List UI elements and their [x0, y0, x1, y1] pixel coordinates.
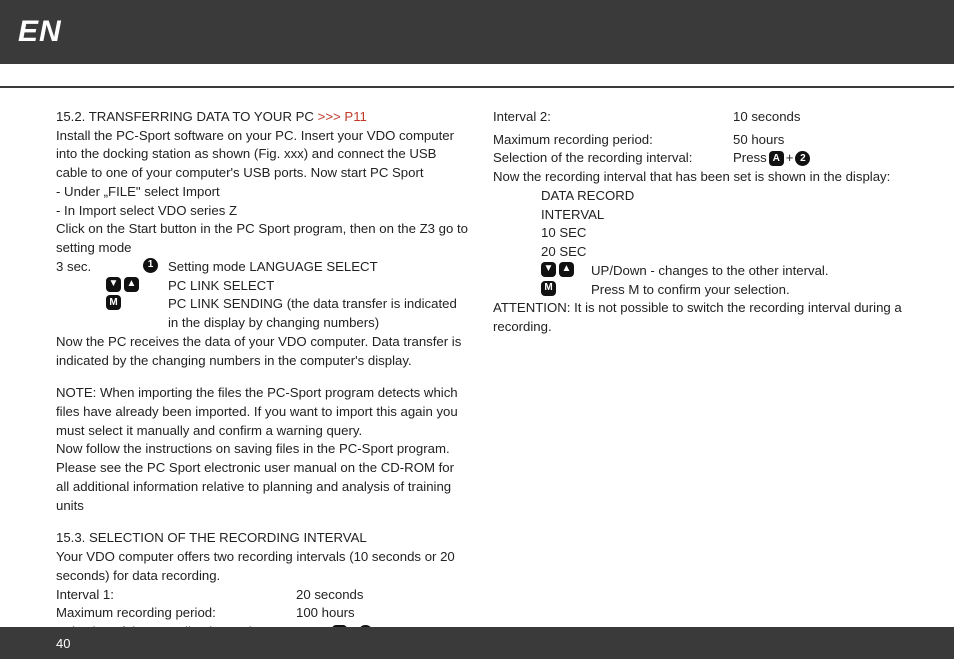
install-paragraph: Install the PC-Sport software on your PC…	[56, 127, 469, 183]
step-3sec-label: 3 sec.	[56, 258, 91, 277]
updown-desc: UP/Down - changes to the other interval.	[591, 262, 906, 281]
title-ref: >>> P11	[318, 109, 367, 124]
now-set-paragraph: Now the recording interval that has been…	[493, 168, 906, 187]
step-desc-2: PC LINK SELECT	[168, 277, 469, 296]
display-line-3: 10 SEC	[541, 224, 906, 243]
step-row-2: ▼ ▲ PC LINK SELECT	[56, 277, 469, 296]
header-bar: EN	[0, 0, 954, 64]
max1-label: Maximum recording period:	[56, 604, 296, 623]
pressm-icons: M	[541, 281, 581, 296]
step-desc-1: Setting mode LANGUAGE SELECT	[168, 258, 469, 277]
step-row-1: 3 sec. 1 Setting mode LANGUAGE SELECT	[56, 258, 469, 277]
content-area: 15.2. TRANSFERRING DATA TO YOUR PC >>> P…	[56, 108, 906, 603]
max1-row: Maximum recording period: 100 hours	[56, 604, 469, 623]
pressm-row: M Press M to confirm your selection.	[541, 281, 906, 300]
interval2-value: 10 seconds	[733, 108, 906, 127]
max2-value: 50 hours	[733, 131, 906, 150]
section-15-3-title: 15.3. SELECTION OF THE RECORDING INTERVA…	[56, 529, 469, 548]
down-icon-2: ▼	[541, 262, 556, 277]
step-desc-3: PC LINK SENDING (the data transfer is in…	[168, 295, 469, 332]
left-column: 15.2. TRANSFERRING DATA TO YOUR PC >>> P…	[56, 108, 469, 603]
display-block: DATA RECORD INTERVAL 10 SEC 20 SEC	[541, 187, 906, 262]
down-icon: ▼	[106, 277, 121, 292]
intervals-intro: Your VDO computer offers two recording i…	[56, 548, 469, 585]
updown-icons: ▼ ▲	[541, 262, 581, 277]
right-column: Interval 2: 10 seconds Maximum recording…	[493, 108, 906, 603]
page-root: EN 15.2. TRANSFERRING DATA TO YOUR PC >>…	[0, 0, 954, 659]
footer-bar: 40	[0, 627, 954, 659]
step-left-3: M	[56, 295, 158, 310]
interval1-row: Interval 1: 20 seconds	[56, 586, 469, 605]
bullet-vdo-series: - In Import select VDO series Z	[56, 202, 469, 221]
pressm-desc: Press M to confirm your selection.	[591, 281, 906, 300]
display-line-4: 20 SEC	[541, 243, 906, 262]
interval2-row: Interval 2: 10 seconds	[493, 108, 906, 127]
max2-label: Maximum recording period:	[493, 131, 733, 150]
attention-paragraph: ATTENTION: It is not possible to switch …	[493, 299, 906, 336]
language-label: EN	[18, 15, 62, 49]
up-icon-2: ▲	[559, 262, 574, 277]
pc-receives-paragraph: Now the PC receives the data of your VDO…	[56, 333, 469, 370]
header-divider	[0, 86, 954, 88]
section-15-2-title: 15.2. TRANSFERRING DATA TO YOUR PC >>> P…	[56, 108, 469, 127]
max1-value: 100 hours	[296, 604, 469, 623]
step-row-3: M PC LINK SENDING (the data transfer is …	[56, 295, 469, 332]
interval1-label: Interval 1:	[56, 586, 296, 605]
selection2-row: Selection of the recording interval: Pre…	[493, 149, 906, 168]
display-line-1: DATA RECORD	[541, 187, 906, 206]
m-icon-2: M	[541, 281, 556, 296]
bullet-file-import: - Under „FILE" select Import	[56, 183, 469, 202]
up-icon: ▲	[124, 277, 139, 292]
m-icon: M	[106, 295, 121, 310]
a-icon-2: A	[769, 151, 784, 166]
step-left-1: 3 sec. 1	[56, 258, 158, 277]
one-icon: 1	[143, 258, 158, 273]
start-button-paragraph: Click on the Start button in the PC Spor…	[56, 220, 469, 257]
plus-label-2: +	[786, 149, 794, 168]
note-paragraph: NOTE: When importing the files the PC-Sp…	[56, 384, 469, 440]
interval2-label: Interval 2:	[493, 108, 733, 127]
title-text: 15.2. TRANSFERRING DATA TO YOUR PC	[56, 109, 318, 124]
display-line-2: INTERVAL	[541, 206, 906, 225]
interval1-value: 20 seconds	[296, 586, 469, 605]
updown-row: ▼ ▲ UP/Down - changes to the other inter…	[541, 262, 906, 281]
step-left-2: ▼ ▲	[56, 277, 158, 292]
follow-instructions-paragraph: Now follow the instructions on saving fi…	[56, 440, 469, 515]
two-icon-2: 2	[795, 151, 810, 166]
selection2-label: Selection of the recording interval:	[493, 149, 733, 168]
selection2-value: Press A + 2	[733, 149, 906, 168]
press-label-2: Press	[733, 149, 767, 168]
max2-row: Maximum recording period: 50 hours	[493, 131, 906, 150]
page-number: 40	[56, 636, 70, 651]
